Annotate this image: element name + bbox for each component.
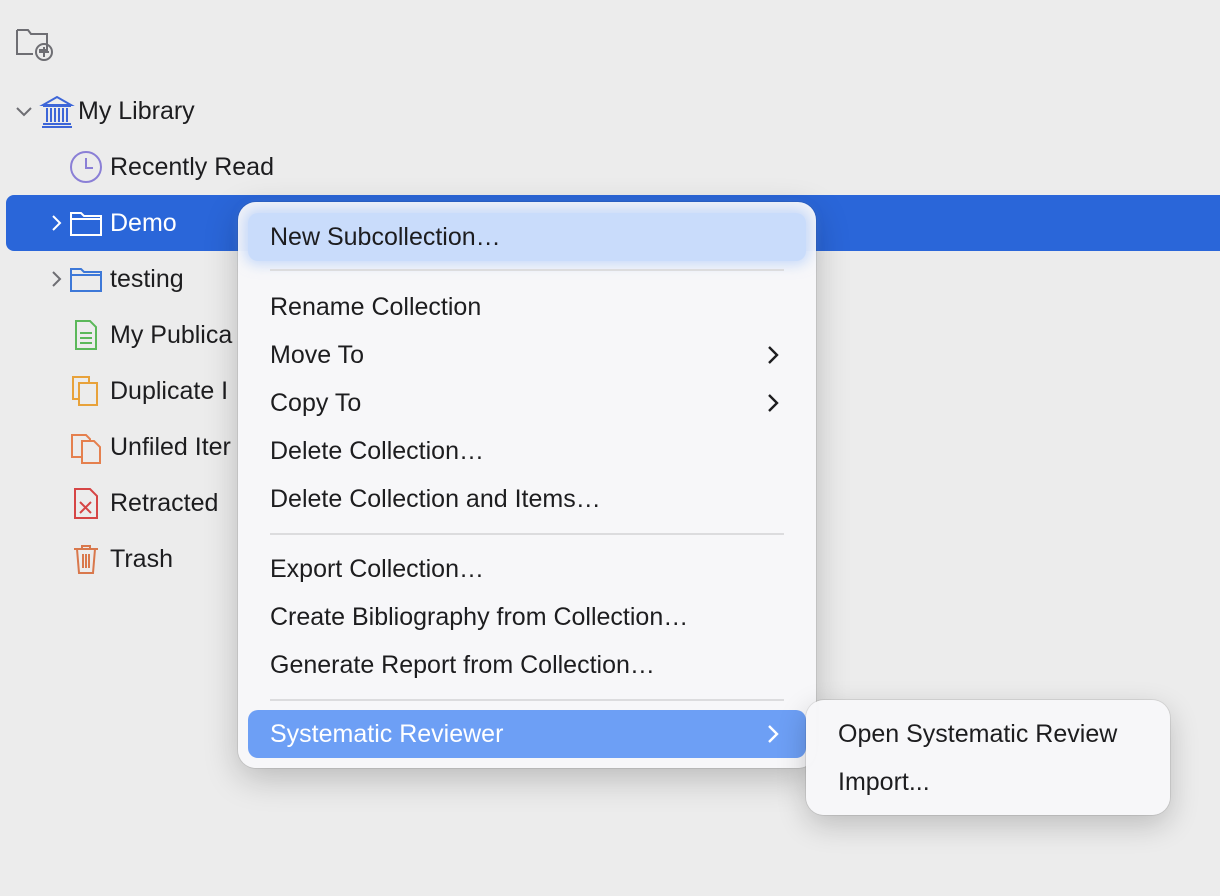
chevron-right-icon [768, 725, 779, 743]
menu-separator [270, 269, 784, 271]
menu-item-systematic-reviewer[interactable]: Systematic Reviewer [248, 710, 806, 758]
tree-item-label: Demo [110, 209, 177, 237]
folder-icon [70, 268, 102, 292]
clock-icon [70, 151, 102, 183]
menu-item-copy-to[interactable]: Copy To [248, 379, 806, 427]
chevron-right-icon[interactable] [44, 211, 68, 235]
menu-item-import[interactable]: Import... [816, 758, 1160, 806]
menu-item-delete-collection[interactable]: Delete Collection… [248, 427, 806, 475]
trash-icon [74, 545, 98, 574]
chevron-right-icon [768, 346, 779, 364]
context-menu: New Subcollection… Rename Collection Mov… [238, 202, 816, 768]
duplicate-icon [72, 376, 98, 406]
menu-item-delete-collection-and-items[interactable]: Delete Collection and Items… [248, 475, 806, 523]
systematic-reviewer-submenu: Open Systematic Review Import... [806, 700, 1170, 815]
tree-item-label: testing [110, 265, 184, 293]
tree-item-my-library[interactable]: My Library [6, 83, 1220, 139]
folder-icon [70, 212, 102, 236]
menu-separator [270, 533, 784, 535]
chevron-down-icon[interactable] [12, 99, 36, 123]
menu-item-rename-collection[interactable]: Rename Collection [248, 283, 806, 331]
menu-item-open-systematic-review[interactable]: Open Systematic Review [816, 710, 1160, 758]
menu-item-export-collection[interactable]: Export Collection… [248, 545, 806, 593]
publications-icon [75, 320, 97, 350]
tree-item-recently-read[interactable]: Recently Read [6, 139, 1220, 195]
menu-item-new-subcollection[interactable]: New Subcollection… [248, 213, 806, 261]
tree-item-label: Duplicate I [110, 377, 229, 405]
library-icon [39, 95, 75, 128]
folder-plus-icon [16, 29, 53, 61]
tree-item-label: My Library [78, 97, 195, 125]
new-collection-button[interactable] [14, 22, 54, 62]
chevron-right-icon[interactable] [44, 267, 68, 291]
menu-separator [270, 699, 784, 701]
menu-item-move-to[interactable]: Move To [248, 331, 806, 379]
tree-item-label: Trash [110, 545, 173, 573]
chevron-right-icon [768, 394, 779, 412]
menu-item-create-bibliography[interactable]: Create Bibliography from Collection… [248, 593, 806, 641]
menu-item-generate-report[interactable]: Generate Report from Collection… [248, 641, 806, 689]
tree-item-label: Retracted [110, 489, 219, 517]
retracted-icon [74, 488, 98, 519]
unfiled-icon [71, 434, 101, 464]
tree-item-label: Unfiled Iter [110, 433, 231, 461]
tree-item-label: Recently Read [110, 153, 274, 181]
tree-item-label: My Publica [110, 321, 233, 349]
